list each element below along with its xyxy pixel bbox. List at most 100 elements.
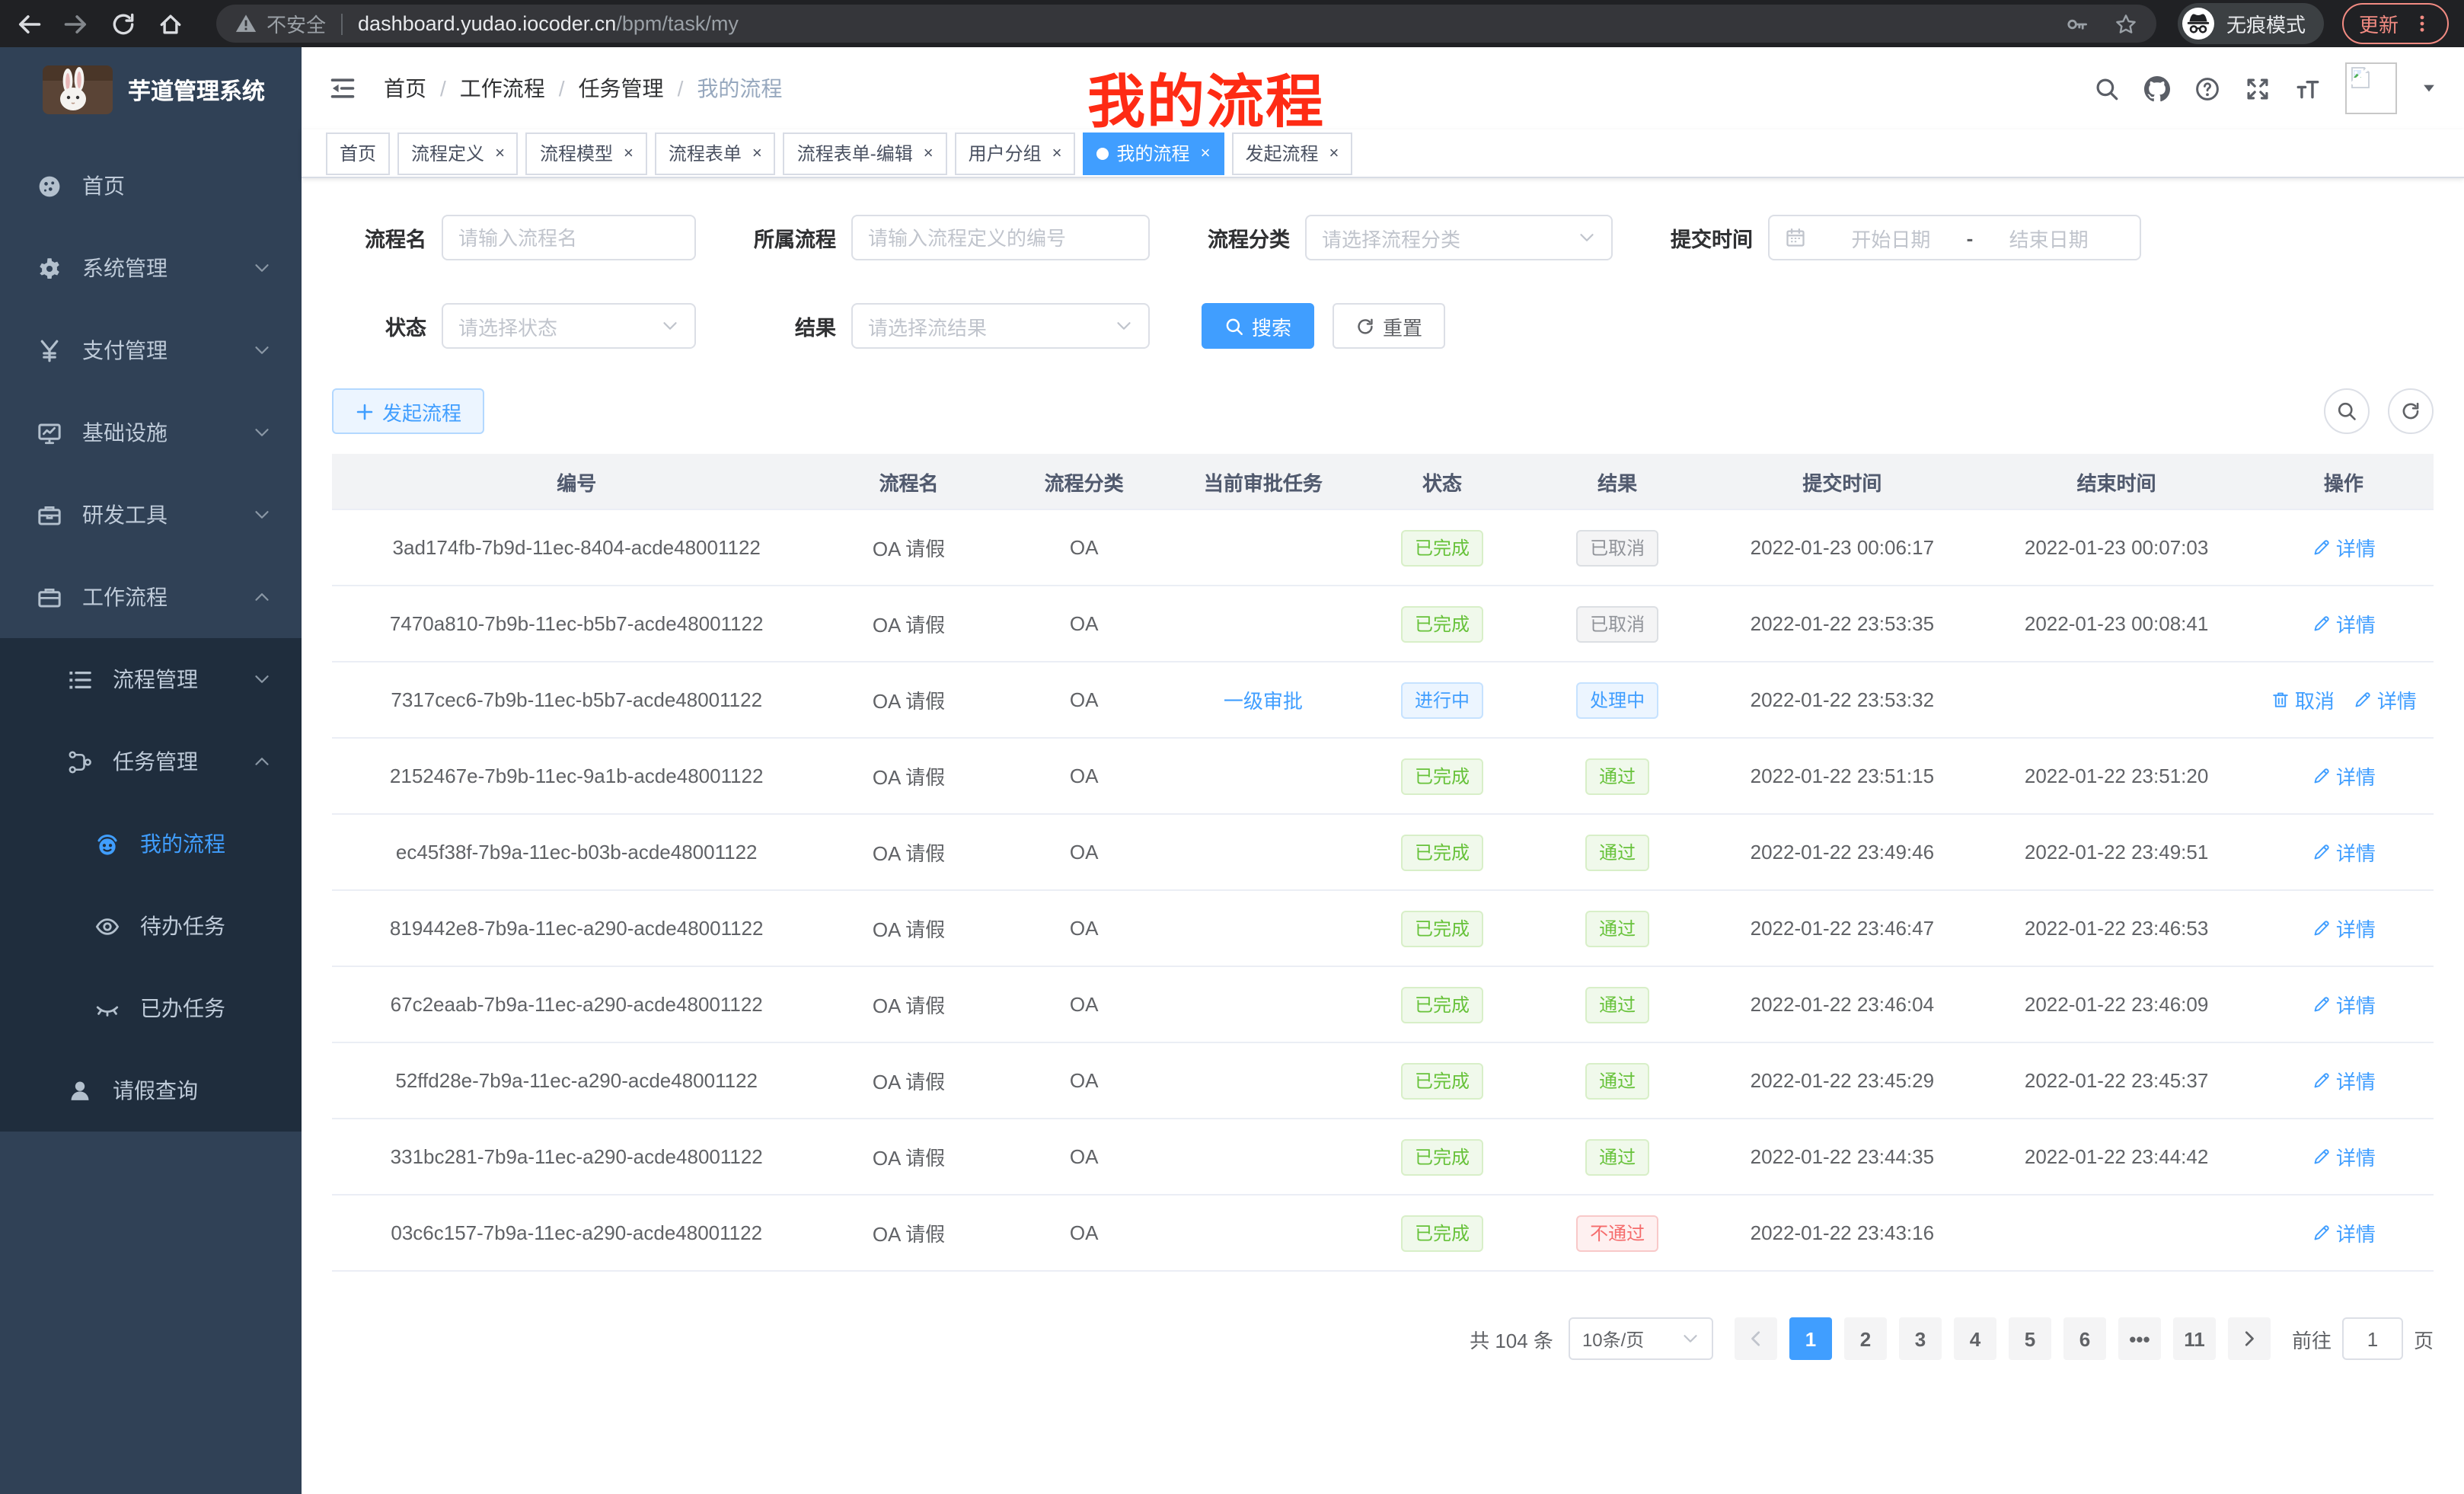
refresh-table-button[interactable] [2388, 388, 2434, 434]
password-key-icon[interactable] [2065, 11, 2089, 36]
page-button-3[interactable]: 3 [1899, 1317, 1942, 1360]
sidebar-item-4[interactable]: 研发工具 [0, 474, 302, 556]
page-button-11[interactable]: 11 [2173, 1317, 2216, 1360]
tab-close-icon[interactable]: × [495, 144, 505, 162]
search-button[interactable]: 搜索 [1202, 303, 1314, 349]
tab-close-icon[interactable]: × [1052, 144, 1062, 162]
sidebar-item-label: 基础设施 [82, 417, 168, 448]
detail-link[interactable]: 详情 [2312, 838, 2376, 867]
sidebar-toggle-icon[interactable] [329, 75, 356, 102]
submit-time-range-picker[interactable]: 开始日期 - 结束日期 [1768, 215, 2141, 260]
avatar-caret-icon[interactable] [2421, 81, 2437, 96]
avatar[interactable] [2345, 62, 2397, 114]
process-name-input[interactable] [442, 215, 696, 260]
help-icon[interactable] [2194, 75, 2220, 101]
header-actions [2094, 62, 2437, 114]
tab-3[interactable]: 流程表单× [655, 132, 776, 174]
breadcrumb-item-3[interactable]: 我的流程 [697, 73, 782, 104]
sidebar-subitem-1[interactable]: 任务管理 [0, 720, 302, 803]
page-button-1[interactable]: 1 [1789, 1317, 1832, 1360]
page-button-5[interactable]: 5 [2009, 1317, 2051, 1360]
process-category-select[interactable]: 请选择流程分类 [1305, 215, 1613, 260]
detail-link[interactable]: 详情 [2353, 685, 2417, 714]
detail-link[interactable]: 详情 [2312, 1142, 2376, 1171]
sidebar-subitem-2[interactable]: 我的流程 [0, 803, 302, 885]
bookmark-star-icon[interactable] [2114, 11, 2138, 36]
tab-label: 流程表单-编辑 [797, 140, 913, 166]
browser-update-button[interactable]: 更新 [2342, 3, 2449, 44]
sidebar-item-3[interactable]: 基础设施 [0, 391, 302, 474]
date-separator: - [1967, 226, 1974, 249]
status-badge: 已完成 [1401, 529, 1483, 566]
detail-link[interactable]: 详情 [2312, 990, 2376, 1019]
page-button-2[interactable]: 2 [1844, 1317, 1887, 1360]
detail-link[interactable]: 详情 [2312, 914, 2376, 943]
address-bar[interactable]: 不安全 dashboard.yudao.iocoder.cn/bpm/task/… [216, 5, 2156, 43]
sidebar-subitem-4[interactable]: 已办任务 [0, 967, 302, 1049]
detail-link[interactable]: 详情 [2312, 1218, 2376, 1247]
detail-link[interactable]: 详情 [2312, 533, 2376, 562]
tab-close-icon[interactable]: × [1201, 144, 1211, 162]
current-task-link[interactable]: 一级审批 [1224, 690, 1303, 713]
next-page-button[interactable] [2228, 1317, 2271, 1360]
reset-button[interactable]: 重置 [1333, 303, 1445, 349]
detail-link[interactable]: 详情 [2312, 609, 2376, 638]
status-select[interactable]: 请选择状态 [442, 303, 696, 349]
browser-home-icon[interactable] [157, 10, 184, 37]
process-category-placeholder: 请选择流程分类 [1322, 223, 1460, 252]
tab-close-icon[interactable]: × [752, 144, 762, 162]
app-logo-row[interactable]: 芋道管理系统 [0, 47, 302, 132]
status-cell: 进行中 [1355, 662, 1530, 738]
detail-link[interactable]: 详情 [2312, 761, 2376, 790]
tab-4[interactable]: 流程表单-编辑 × [784, 132, 947, 174]
sidebar-item-0[interactable]: 首页 [0, 145, 302, 227]
url-text[interactable]: dashboard.yudao.iocoder.cn/bpm/task/my [358, 12, 2041, 35]
page-button-4[interactable]: 4 [1954, 1317, 1996, 1360]
browser-reload-icon[interactable] [110, 10, 137, 37]
breadcrumb-item-2[interactable]: 任务管理 [579, 73, 664, 104]
actions-cell: 详情 [2254, 1119, 2434, 1195]
browser-back-icon[interactable] [15, 10, 43, 37]
show-search-button[interactable] [2324, 388, 2370, 434]
status-cell: 已完成 [1355, 509, 1530, 586]
goto-page-input[interactable] [2342, 1317, 2403, 1360]
github-icon[interactable] [2144, 75, 2170, 101]
tab-1[interactable]: 流程定义 × [397, 132, 519, 174]
fullscreen-icon[interactable] [2245, 75, 2271, 101]
not-secure-warning-icon[interactable] [235, 12, 257, 35]
tab-close-icon[interactable]: × [1329, 144, 1339, 162]
browser-menu-icon[interactable] [2412, 14, 2432, 34]
sidebar-item-2[interactable]: 支付管理 [0, 309, 302, 391]
font-size-icon[interactable] [2295, 75, 2321, 101]
start-process-button[interactable]: 发起流程 [332, 388, 484, 434]
sidebar-subitem-5[interactable]: 请假查询 [0, 1049, 302, 1132]
prev-page-button[interactable] [1735, 1317, 1777, 1360]
result-cell: 通过 [1530, 814, 1705, 890]
breadcrumb-item-1[interactable]: 工作流程 [460, 73, 545, 104]
page-button-•••[interactable]: ••• [2118, 1317, 2161, 1360]
tab-5[interactable]: 用户分组× [955, 132, 1076, 174]
page-size-select[interactable]: 10条/页 [1569, 1317, 1713, 1360]
sidebar-item-1[interactable]: 系统管理 [0, 227, 302, 309]
tab-close-icon[interactable]: × [624, 144, 634, 162]
sidebar-subitem-0[interactable]: 流程管理 [0, 638, 302, 720]
header-search-icon[interactable] [2094, 75, 2120, 101]
process-name-cell: OA 请假 [821, 738, 996, 814]
result-badge: 通过 [1585, 910, 1649, 947]
sidebar-item-5[interactable]: 工作流程 [0, 556, 302, 638]
sidebar-subitem-3[interactable]: 待办任务 [0, 885, 302, 967]
cancel-link[interactable]: 取消 [2271, 685, 2335, 714]
tab-2[interactable]: 流程模型× [526, 132, 647, 174]
tab-close-icon[interactable]: × [924, 144, 934, 162]
result-select[interactable]: 请选择流结果 [851, 303, 1150, 349]
tab-label: 流程定义 [411, 140, 484, 166]
process-definition-input[interactable] [851, 215, 1150, 260]
submit-time-cell: 2022-01-22 23:49:46 [1705, 814, 1979, 890]
breadcrumb-item-0[interactable]: 首页 [384, 73, 426, 104]
tab-0[interactable]: 首页 [326, 132, 390, 174]
app-logo [43, 65, 113, 114]
detail-link[interactable]: 详情 [2312, 1066, 2376, 1095]
browser-forward-icon[interactable] [62, 10, 90, 37]
page-button-6[interactable]: 6 [2063, 1317, 2106, 1360]
current-task-cell [1172, 966, 1355, 1042]
